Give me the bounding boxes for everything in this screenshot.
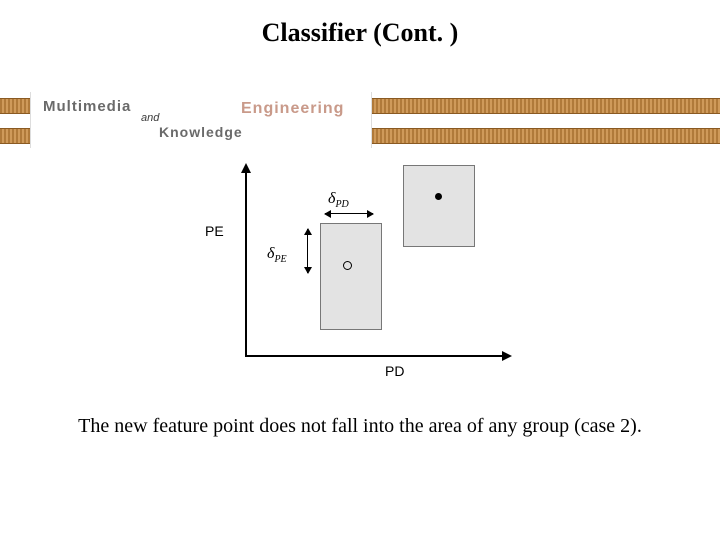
x-axis-label: PD	[385, 363, 404, 379]
caption-text: The new feature point does not fall into…	[0, 415, 720, 438]
delta-pe-label: δPE	[267, 245, 287, 265]
delta-pd-label: δPD	[328, 190, 349, 210]
delta-pe-sub: PE	[274, 254, 286, 265]
delta-pd-sub: PD	[335, 199, 348, 210]
group-region-left	[320, 223, 382, 330]
banner-logo: Multimedia and Engineering Knowledge	[30, 92, 372, 148]
filled-point-icon	[435, 193, 442, 200]
logo-and: and	[141, 112, 159, 124]
logo-multimedia: Multimedia	[43, 98, 131, 115]
y-axis	[245, 165, 247, 355]
y-axis-label: PE	[205, 223, 224, 239]
classifier-diagram: PE PD δPD δPE	[185, 165, 535, 375]
group-region-right	[403, 165, 475, 247]
banner: Multimedia and Engineering Knowledge	[0, 98, 720, 142]
slide-title: Classifier (Cont. )	[0, 18, 720, 48]
logo-engineering: Engineering	[241, 100, 344, 118]
slide: Classifier (Cont. ) Multimedia and Engin…	[0, 0, 720, 540]
open-point-icon	[343, 261, 352, 270]
logo-knowledge: Knowledge	[159, 124, 243, 140]
x-axis	[245, 355, 510, 357]
delta-pe-arrow-icon	[307, 229, 308, 273]
delta-pd-arrow-icon	[325, 213, 373, 214]
